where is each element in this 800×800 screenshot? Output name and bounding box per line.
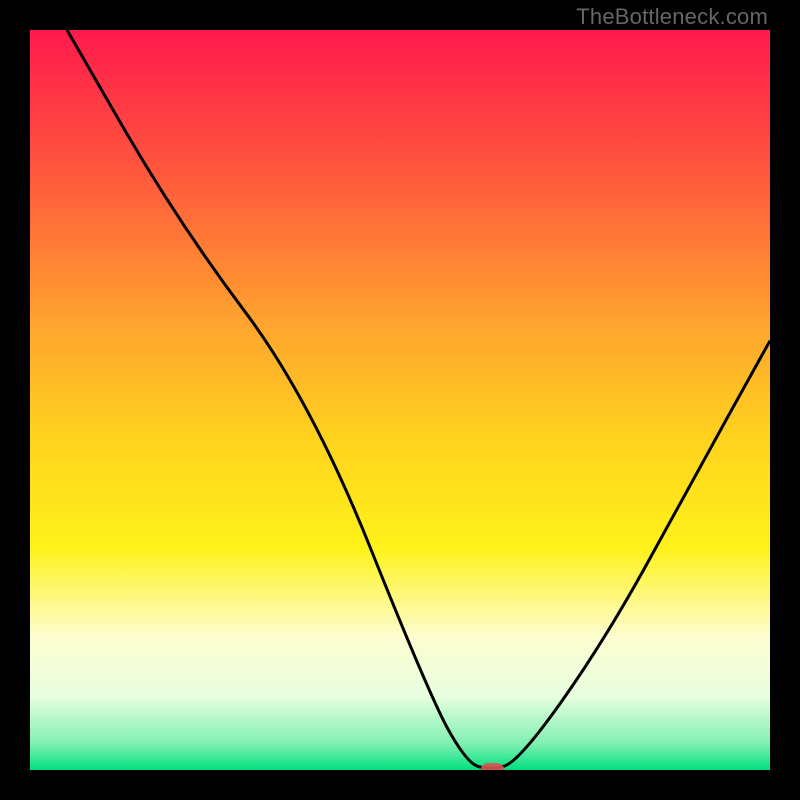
chart-frame: TheBottleneck.com [0,0,800,800]
chart-svg [30,30,770,770]
plot-area [30,30,770,770]
watermark-text: TheBottleneck.com [576,4,768,30]
heatmap-background [30,30,770,770]
